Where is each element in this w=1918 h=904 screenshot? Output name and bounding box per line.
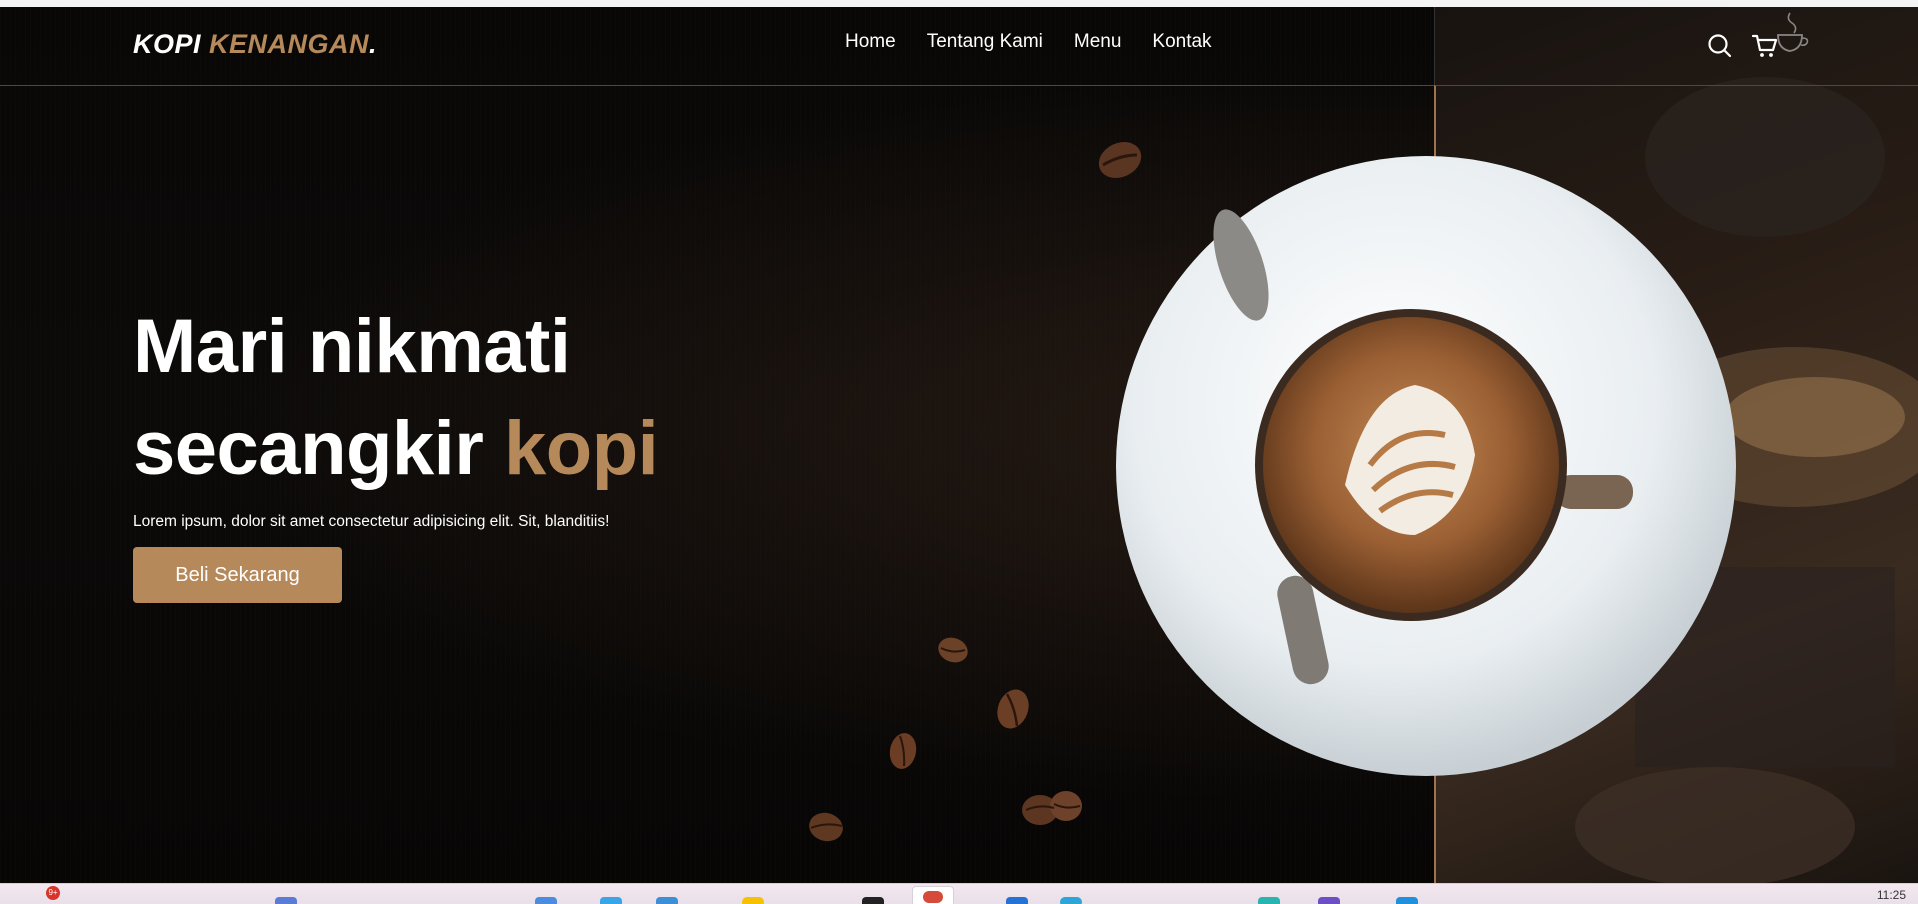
browser-viewport: KOPI KENANGAN. Home Tentang Kami Menu Ko… (0, 0, 1918, 904)
taskbar-app-icon[interactable] (1006, 897, 1028, 904)
main-nav: Home Tentang Kami Menu Kontak (845, 31, 1212, 53)
coffee-bean-image (889, 733, 917, 769)
hero-content: Mari nikmati secangkir kopi Lorem ipsum,… (133, 296, 833, 603)
taskbar-app-icon[interactable] (535, 897, 557, 904)
navbar: KOPI KENANGAN. Home Tentang Kami Menu Ko… (0, 7, 1918, 86)
hero-subtitle: Lorem ipsum, dolor sit amet consectetur … (133, 513, 610, 530)
taskbar-app-icon-active[interactable] (912, 886, 954, 904)
nav-link-menu[interactable]: Menu (1074, 31, 1122, 53)
window-top-edge (0, 0, 1918, 7)
coffee-cup-image (1115, 155, 1737, 777)
coffee-bean-image (809, 812, 843, 842)
taskbar-app-icon[interactable] (275, 897, 297, 904)
os-taskbar: 9+ 11:25 (0, 883, 1918, 904)
taskbar-clock[interactable]: 11:25 (1877, 888, 1906, 902)
brand-name-accent: KENANGAN (209, 29, 370, 59)
taskbar-app-icon[interactable] (1060, 897, 1082, 904)
coffee-bean-image (938, 637, 968, 663)
brand-logo[interactable]: KOPI KENANGAN. (133, 29, 377, 60)
taskbar-app-icon[interactable] (742, 897, 764, 904)
taskbar-app-icon[interactable] (1396, 897, 1418, 904)
taskbar-app-icon[interactable] (862, 897, 884, 904)
taskbar-app-icon[interactable] (656, 897, 678, 904)
search-icon[interactable] (1703, 29, 1737, 63)
nav-link-tentang-kami[interactable]: Tentang Kami (927, 31, 1043, 53)
hero-headline-line2-prefix: secangkir (133, 406, 504, 491)
brand-name-dot: . (369, 29, 378, 59)
header-vertical-divider (1434, 7, 1435, 86)
hero-headline-accent: kopi (504, 406, 659, 491)
taskbar-app-icon[interactable] (1258, 897, 1280, 904)
coffee-bean-image (1098, 142, 1142, 178)
hero-headline-line1: Mari nikmati (133, 304, 571, 389)
brand-name-primary: KOPI (133, 29, 202, 59)
nav-link-home[interactable]: Home (845, 31, 896, 53)
hero-headline: Mari nikmati secangkir kopi (133, 296, 833, 500)
coffee-bean-image (997, 689, 1029, 729)
notification-badge[interactable]: 9+ (46, 886, 60, 900)
taskbar-app-icon[interactable] (600, 897, 622, 904)
coffee-beans-cluster-image (1022, 791, 1082, 825)
nav-link-kontak[interactable]: Kontak (1152, 31, 1211, 53)
coffee-cup-icon (1772, 9, 1812, 57)
taskbar-app-icon[interactable] (1318, 897, 1340, 904)
buy-now-button[interactable]: Beli Sekarang (133, 547, 342, 603)
